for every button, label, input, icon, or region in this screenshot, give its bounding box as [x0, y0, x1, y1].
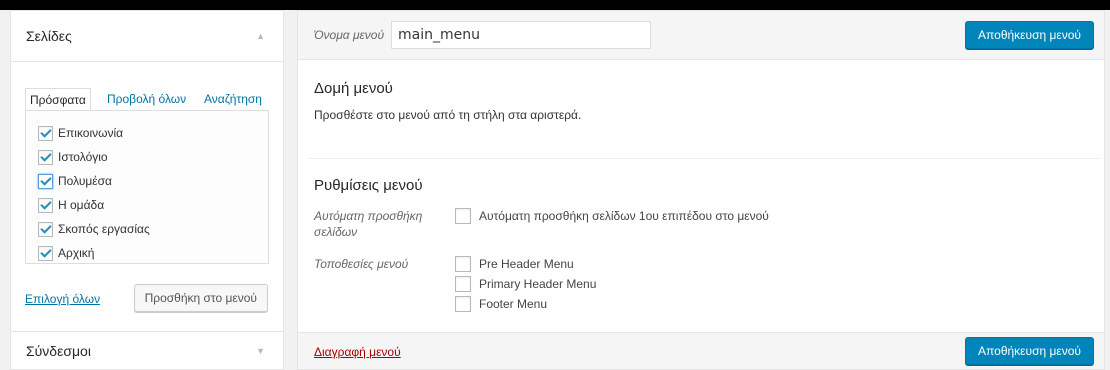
location-option-pre-header[interactable]: Pre Header Menu	[455, 256, 574, 272]
auto-add-option[interactable]: Αυτόματη προσθήκη σελίδων 1ου επιπέδου σ…	[455, 208, 769, 224]
links-section-title: Σύνδεσμοι	[26, 342, 91, 359]
menu-items-column: Σελίδες ▲ Πρόσφατα Προβολή όλων Αναζήτησ…	[10, 10, 284, 370]
links-section-header[interactable]: Σύνδεσμοι ▼	[10, 332, 284, 370]
checkbox[interactable]	[38, 197, 53, 213]
top-black-bar	[0, 0, 1110, 10]
location-checkbox[interactable]	[455, 296, 471, 312]
expand-arrow-icon[interactable]: ▼	[256, 346, 265, 356]
list-item[interactable]: Πολυμέσα	[38, 169, 256, 193]
page-label: Η ομάδα	[58, 198, 105, 212]
divider	[308, 158, 1101, 159]
location-option-primary-header[interactable]: Primary Header Menu	[455, 276, 596, 292]
menu-settings-title: Ρυθμίσεις μενού	[314, 177, 423, 194]
checkbox[interactable]	[38, 173, 53, 189]
location-label: Pre Header Menu	[479, 257, 574, 271]
checkbox[interactable]	[38, 125, 53, 141]
location-label: Footer Menu	[479, 297, 548, 311]
pages-checklist: Επικοινωνία Ιστολόγιο Πολυμέσα Η ομάδα Σ…	[25, 110, 269, 264]
menu-footer: Διαγραφή μενού Αποθήκευση μενού	[297, 332, 1105, 370]
select-all-link[interactable]: Επιλογή όλων	[25, 292, 100, 306]
page-label: Αρχική	[58, 246, 95, 260]
pages-section-body: Πρόσφατα Προβολή όλων Αναζήτηση Επικοινω…	[10, 62, 284, 332]
tab-view-all[interactable]: Προβολή όλων	[107, 92, 186, 106]
list-item[interactable]: Επικοινωνία	[38, 121, 256, 145]
list-item[interactable]: Σκοπός εργασίας	[38, 217, 256, 241]
menu-name-label: Όνομα μενού	[314, 28, 385, 42]
save-menu-button-bottom[interactable]: Αποθήκευση μενού	[965, 337, 1094, 365]
pages-section-title: Σελίδες	[26, 28, 72, 44]
menu-body: Δομή μενού Προσθέστε στο μενού από τη στ…	[297, 60, 1105, 332]
menu-management-panel: Όνομα μενού main_menu Αποθήκευση μενού Δ…	[297, 10, 1110, 370]
auto-add-option-label: Αυτόματη προσθήκη σελίδων 1ου επιπέδου σ…	[479, 209, 769, 223]
location-option-footer[interactable]: Footer Menu	[455, 296, 547, 312]
menu-locations-label: Τοποθεσίες μενού	[314, 257, 409, 271]
location-checkbox[interactable]	[455, 256, 471, 272]
menu-structure-description: Προσθέστε στο μενού από τη στήλη στα αρι…	[314, 108, 582, 122]
page-label: Επικοινωνία	[58, 126, 124, 140]
collapse-arrow-icon[interactable]: ▲	[256, 31, 265, 41]
page-label: Πολυμέσα	[58, 174, 112, 188]
checkbox[interactable]	[38, 149, 53, 165]
pages-section-header[interactable]: Σελίδες ▲	[10, 10, 284, 62]
checkbox[interactable]	[38, 221, 53, 237]
pages-tabs: Πρόσφατα Προβολή όλων Αναζήτηση	[25, 88, 269, 112]
checkbox[interactable]	[38, 245, 53, 261]
menu-name-input[interactable]: main_menu	[391, 21, 651, 49]
menu-header: Όνομα μενού main_menu Αποθήκευση μενού	[297, 10, 1105, 60]
tab-search[interactable]: Αναζήτηση	[204, 92, 262, 106]
location-label: Primary Header Menu	[479, 277, 597, 291]
tab-recent[interactable]: Πρόσφατα	[25, 88, 91, 110]
list-item[interactable]: Η ομάδα	[38, 193, 256, 217]
page-label: Σκοπός εργασίας	[58, 222, 150, 236]
list-item[interactable]: Αρχική	[38, 241, 256, 265]
save-menu-button[interactable]: Αποθήκευση μενού	[965, 21, 1094, 49]
page-label: Ιστολόγιο	[58, 150, 108, 164]
delete-menu-link[interactable]: Διαγραφή μενού	[314, 345, 401, 359]
add-to-menu-button[interactable]: Προσθήκη στο μενού	[133, 284, 268, 312]
auto-add-label: Αυτόματη προσθήκη σελίδων	[314, 209, 423, 239]
auto-add-checkbox[interactable]	[455, 208, 471, 224]
menu-structure-title: Δομή μενού	[314, 80, 393, 97]
list-item[interactable]: Ιστολόγιο	[38, 145, 256, 169]
location-checkbox[interactable]	[455, 276, 471, 292]
